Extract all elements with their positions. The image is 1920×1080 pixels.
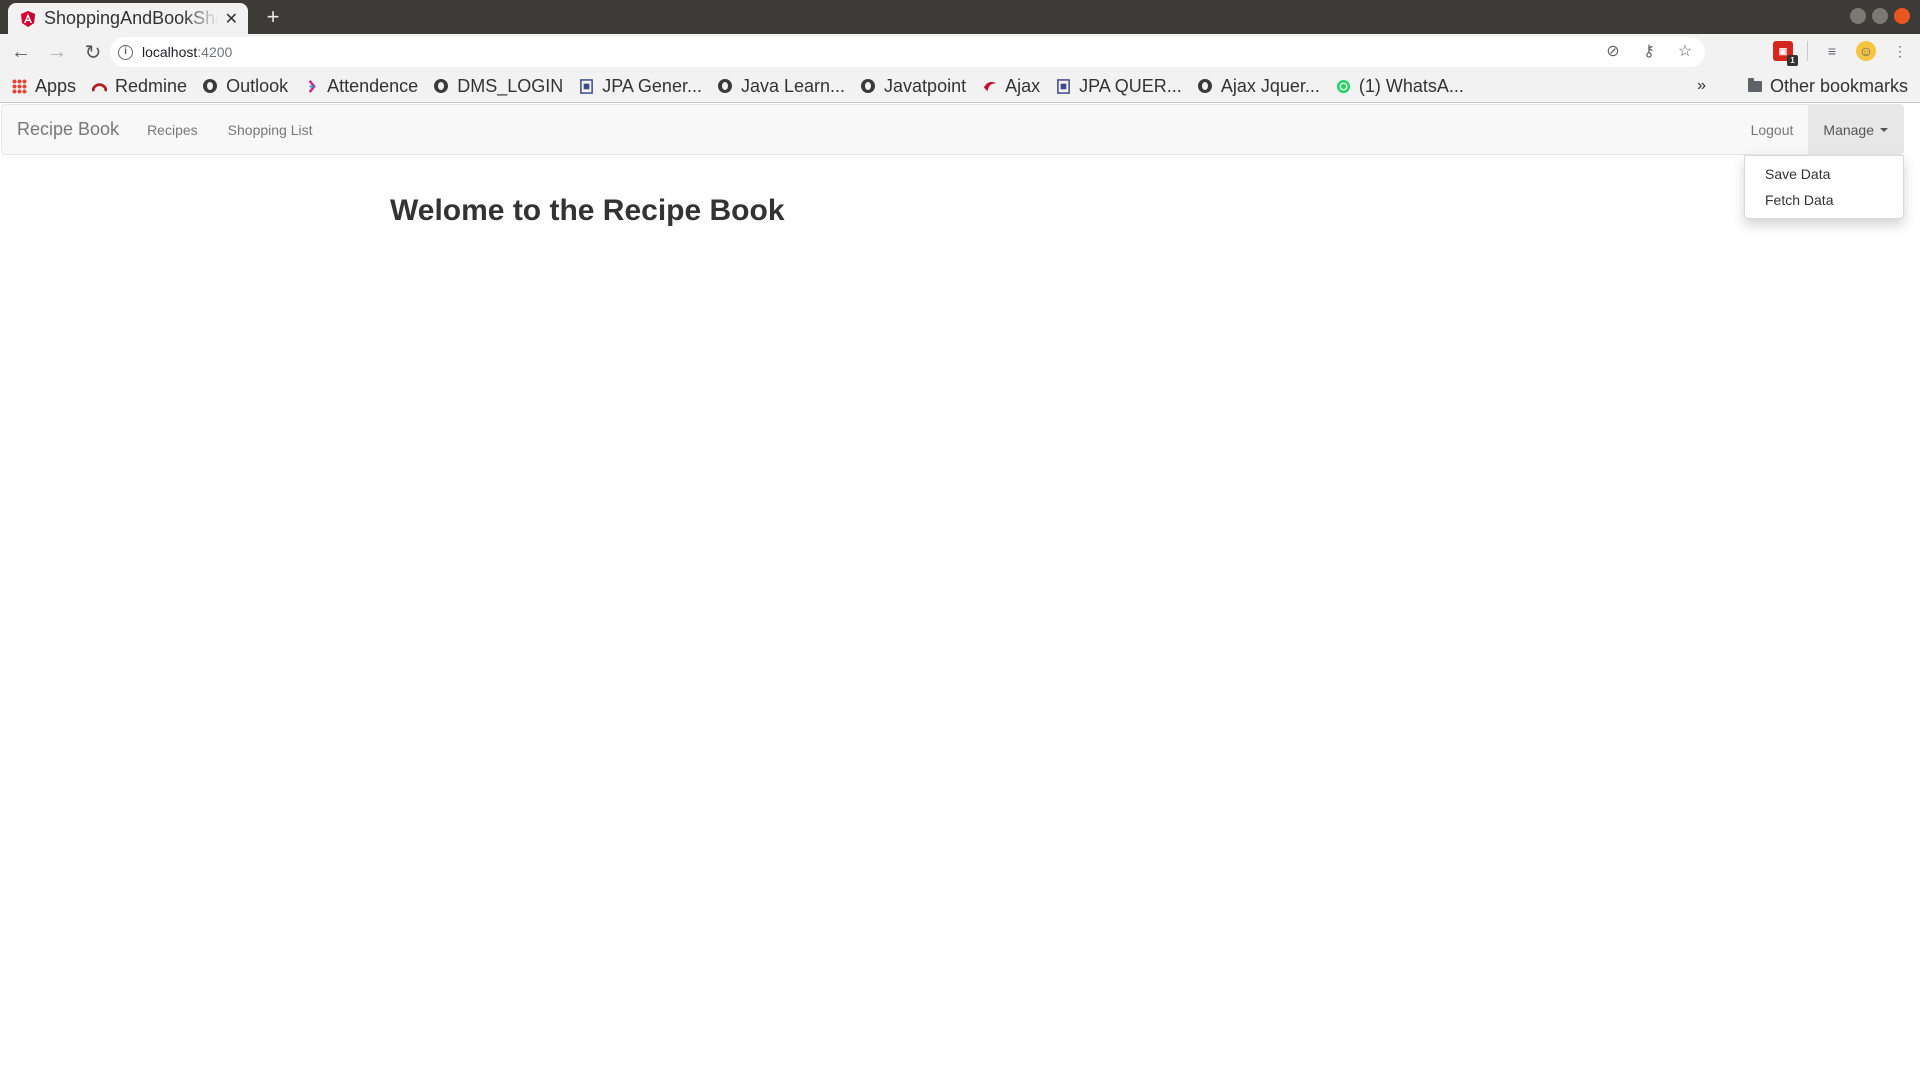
bookmark-label: JPA Gener... xyxy=(602,75,702,96)
caret-down-icon xyxy=(1880,127,1888,132)
bookmark-outlook[interactable]: Outlook xyxy=(203,76,288,97)
media-queue-icon[interactable]: ≡ xyxy=(1822,41,1842,61)
bookmark-label: Ajax Jquer... xyxy=(1220,75,1320,96)
globe-icon xyxy=(434,79,449,93)
key-icon[interactable]: ⚷ xyxy=(1639,42,1659,62)
bookmark-ajax-jquer[interactable]: Ajax Jquer... xyxy=(1197,75,1320,97)
logout-link[interactable]: Logout xyxy=(1751,122,1794,138)
blocked-cookie-icon[interactable]: ⊘ xyxy=(1603,42,1623,62)
maximize-icon[interactable] xyxy=(1872,8,1888,24)
toolbar-divider xyxy=(1807,41,1808,61)
reload-icon[interactable]: ↻ xyxy=(78,37,108,67)
bookmark-ajax[interactable]: Ajax xyxy=(982,76,1040,97)
globe-icon xyxy=(203,79,218,93)
window-controls xyxy=(1850,8,1910,24)
bookmark-label: Attendence xyxy=(327,75,419,96)
close-tab-icon[interactable]: ✕ xyxy=(225,9,238,29)
bookmark-label: (1) WhatsA... xyxy=(1358,75,1464,96)
url-port: :4200 xyxy=(197,44,233,60)
bookmark-jpa-quer[interactable]: JPA QUER... xyxy=(1056,76,1182,97)
ajax-icon xyxy=(983,81,997,91)
bookmark-attendence[interactable]: Attendence xyxy=(304,76,418,97)
globe-icon xyxy=(1197,79,1212,93)
nav-link-recipes[interactable]: Recipes xyxy=(147,122,198,138)
more-bookmarks-button[interactable]: » xyxy=(1697,77,1706,95)
manage-dropdown-menu: Save Data Fetch Data xyxy=(1744,155,1904,219)
back-icon[interactable]: ← xyxy=(6,37,36,67)
fetch-data-item[interactable]: Fetch Data xyxy=(1745,187,1903,213)
navbar-right: Logout Manage xyxy=(1751,105,1903,154)
forward-icon[interactable]: → xyxy=(42,37,72,67)
bookmark-label: Java Learn... xyxy=(740,75,846,96)
app-navbar: Recipe Book Recipes Shopping List Logout… xyxy=(1,104,1904,155)
manage-dropdown-toggle[interactable]: Manage xyxy=(1808,105,1903,154)
extension-badge-icon: 1 xyxy=(1787,55,1798,66)
extension-red-icon[interactable]: ▣ 1 xyxy=(1773,41,1798,66)
bookmark-label: Redmine xyxy=(115,75,188,96)
angular-icon xyxy=(21,10,35,27)
navbar-brand[interactable]: Recipe Book xyxy=(17,119,119,140)
manage-label: Manage xyxy=(1823,121,1874,138)
bookmark-redmine[interactable]: Redmine xyxy=(92,76,187,97)
bookmark-label: DMS_LOGIN xyxy=(457,75,564,96)
bookmark-label: Ajax xyxy=(1005,75,1041,96)
other-bookmarks[interactable]: Other bookmarks xyxy=(1747,75,1908,97)
bookmark-dms-login[interactable]: DMS_LOGIN xyxy=(434,76,563,97)
bookmark-javatpoint[interactable]: Javatpoint xyxy=(861,76,966,97)
whatsapp-icon xyxy=(1336,79,1350,93)
menu-kebab-icon[interactable]: ⋮ xyxy=(1890,41,1910,61)
apps-grid-icon xyxy=(12,78,27,94)
document-icon xyxy=(580,78,594,94)
redmine-icon xyxy=(92,82,108,91)
extension-icons: ▣ 1 ≡ ☺ ⋮ xyxy=(1773,41,1910,66)
bookmark-java-learn[interactable]: Java Learn... xyxy=(717,75,846,97)
address-bar[interactable]: i localhost:4200 ⊘ ⚷ ☆ xyxy=(110,37,1705,67)
site-info-icon[interactable]: i xyxy=(118,44,133,60)
globe-icon xyxy=(717,79,732,93)
save-data-item[interactable]: Save Data xyxy=(1745,161,1903,187)
document-icon xyxy=(1057,78,1070,94)
new-tab-icon[interactable]: + xyxy=(260,4,286,30)
bookmark-apps[interactable]: Apps xyxy=(12,76,76,97)
minimize-icon[interactable] xyxy=(1850,8,1866,24)
globe-icon xyxy=(861,79,876,93)
nav-link-shopping-list[interactable]: Shopping List xyxy=(228,122,313,138)
browser-tab[interactable]: ShoppingAndBookShop ✕ xyxy=(8,3,248,34)
url-host: localhost xyxy=(142,44,198,60)
star-icon[interactable]: ☆ xyxy=(1675,42,1695,62)
browser-title-bar: ShoppingAndBookShop ✕ + xyxy=(0,0,1920,34)
browser-toolbar: ← → ↻ i localhost:4200 ⊘ ⚷ ☆ ▣ 1 ≡ ☺ ⋮ xyxy=(0,34,1920,70)
bookmark-label: JPA QUER... xyxy=(1079,75,1182,96)
bookmark-jpa-gener[interactable]: JPA Gener... xyxy=(579,76,702,97)
close-window-icon[interactable] xyxy=(1894,8,1910,24)
tab-title: ShoppingAndBookShop xyxy=(44,8,219,28)
page-title: Welome to the Recipe Book xyxy=(390,194,785,227)
bookmark-label: Outlook xyxy=(226,75,289,96)
bookmark-whatsapp[interactable]: (1) WhatsA... xyxy=(1336,76,1464,97)
avatar-icon[interactable]: ☺ xyxy=(1856,41,1876,61)
bookmarks-bar: Apps Redmine Outlook Attendence DMS_LOGI… xyxy=(0,70,1920,103)
attendence-icon xyxy=(308,79,316,93)
other-bookmarks-label: Other bookmarks xyxy=(1769,75,1908,96)
bookmark-label: Javatpoint xyxy=(884,75,967,96)
bookmark-label: Apps xyxy=(35,75,77,96)
folder-icon xyxy=(1747,77,1762,92)
omnibox-icons: ⊘ ⚷ ☆ xyxy=(1603,42,1695,62)
